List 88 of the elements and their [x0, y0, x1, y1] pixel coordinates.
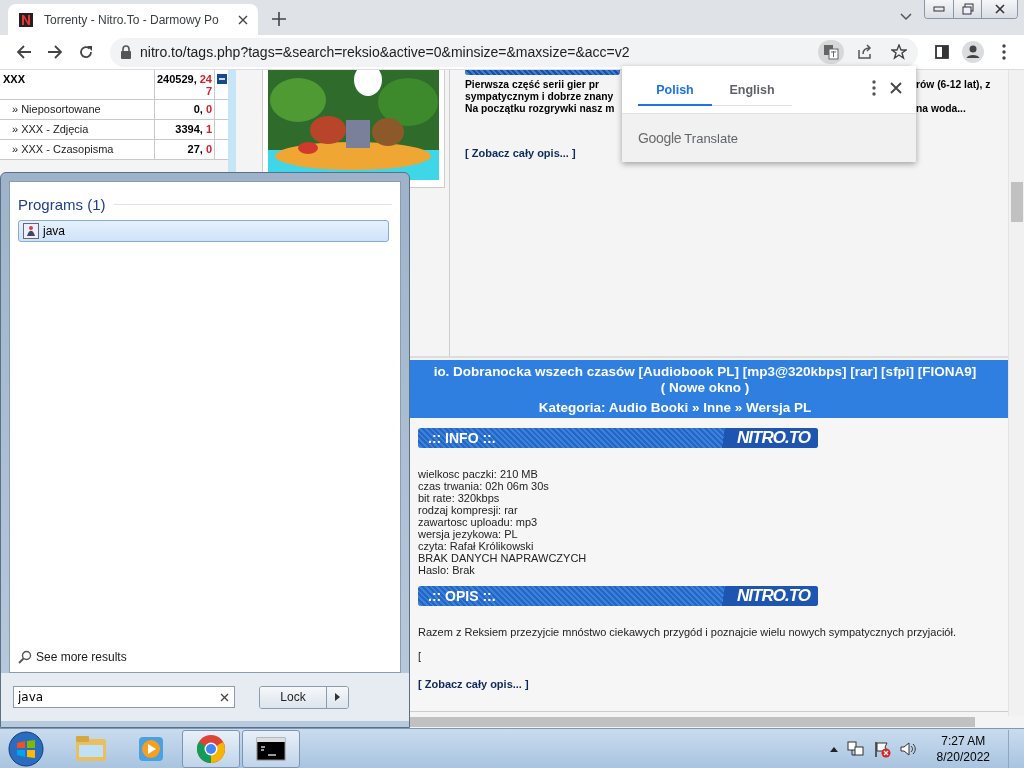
url-text: nitro.to/tags.php?tags=&search=reksio&active=0&minsize=&maxsize=&acc=v2 — [140, 44, 631, 60]
vertical-scrollbar[interactable] — [1008, 70, 1024, 716]
horizontal-scrollbar-thumb[interactable] — [410, 717, 975, 727]
action-center-flag-icon[interactable] — [872, 739, 891, 758]
info-line: czyta: Rafał Królikowski — [418, 540, 535, 552]
windows-logo-icon — [8, 730, 44, 767]
site-favicon-icon — [18, 11, 34, 28]
back-icon — [15, 44, 32, 60]
clear-search-icon[interactable] — [220, 693, 229, 702]
category-count: 27, 0 — [155, 140, 215, 159]
new-window-link[interactable]: ( Nowe okno ) — [660, 380, 750, 395]
profile-icon — [961, 41, 984, 63]
category-count: 0, 0 — [155, 100, 215, 119]
banner-label: .:: OPIS ::. — [428, 588, 496, 604]
lock-icon — [120, 45, 132, 59]
info-line: bit rate: 320kbps — [418, 492, 501, 504]
description-text: Pierwsza część serii gier pr — [465, 79, 600, 91]
minimize-button[interactable] — [925, 0, 953, 18]
clock-time: 7:27 AM — [941, 732, 986, 749]
maximize-button[interactable] — [953, 0, 981, 18]
network-icon[interactable] — [846, 739, 865, 758]
power-options-button[interactable] — [326, 686, 348, 708]
search-field[interactable]: java — [13, 686, 235, 708]
category-path: Kategoria: Audio Booki » Inne » Wersja PL — [537, 400, 813, 416]
translate-label: Translate — [684, 130, 739, 146]
volume-icon[interactable] — [898, 739, 917, 758]
close-icon — [994, 4, 1005, 14]
terminal-icon — [256, 736, 286, 761]
language-tab[interactable]: English — [712, 76, 792, 106]
category-link[interactable]: » Nieposortowane — [0, 100, 155, 119]
folder-icon — [75, 734, 107, 763]
share-icon — [857, 44, 873, 60]
close-tab-icon[interactable] — [238, 14, 248, 25]
chrome-icon — [196, 733, 226, 764]
more-link[interactable]: [ Zobacz cały opis... ] — [418, 678, 529, 690]
more-link[interactable]: [ Zobacz cały opis... ] — [465, 147, 576, 159]
clock-date: 8/20/2022 — [936, 748, 990, 765]
tab-title: Torrenty - Nitro.To - Darmowy Po — [44, 12, 220, 27]
info-line: wielkosc paczki: 210 MB — [418, 468, 539, 480]
torrent-title: io. Dobranocka wszech czasów [Audiobook PL] [mp3@320kbps] [rar] [sfpi] [FIONA9] ( Nowe okno ) — [432, 364, 978, 396]
see-more-results-link[interactable]: See more results — [18, 650, 392, 664]
address-bar[interactable]: nitro.to/tags.php?tags=&search=reksio&active=0&minsize=&maxsize=&acc=v2 — [110, 37, 918, 67]
profile-button[interactable] — [959, 38, 987, 66]
description-text: Razem z Reksiem przezyjcie mnóstwo ciekawych przygód i poznajcie wielu nowych sympatycznych przyjaciół. — [418, 626, 957, 638]
info-line: wersja jezykowa: PL — [418, 528, 519, 540]
info-line: BRAK DANYCH NAPRAWCZYCH — [418, 552, 588, 564]
description-text: rów (6-12 lat), z — [916, 79, 992, 91]
info-line: zawartosc uploadu: mp3 — [418, 516, 539, 528]
scrollbar-thumb[interactable] — [1011, 182, 1023, 222]
clock[interactable]: 7:27 AM 8/20/2022 — [936, 732, 990, 765]
category-count: 240529, 247 — [155, 70, 215, 99]
arrow-right-icon — [335, 693, 340, 701]
category-count: 3394, 1 — [155, 120, 215, 139]
media-player-icon — [137, 734, 165, 763]
google-wordmark: Google — [638, 130, 682, 146]
reload-icon — [78, 44, 95, 60]
results-section-title: Programs (1) — [18, 196, 106, 213]
side-panel-icon — [933, 44, 950, 60]
tab-search-caret-icon[interactable] — [900, 13, 912, 21]
description-text: [ — [418, 650, 423, 662]
banner-label: .:: INFO ::. — [428, 430, 496, 446]
info-line: Haslo: Brak — [418, 564, 476, 576]
browser-tab[interactable]: Torrenty - Nitro.To - Darmowy Po — [8, 4, 258, 35]
translate-button[interactable] — [818, 40, 844, 64]
search-icon — [18, 650, 32, 664]
lock-button[interactable]: Lock — [260, 686, 326, 708]
translate-icon — [823, 44, 839, 60]
more-options-icon[interactable] — [872, 80, 876, 96]
category-header[interactable]: XXX — [0, 70, 155, 99]
info-line: czas trwania: 02h 06m 30s — [418, 480, 550, 492]
new-tab-icon[interactable] — [272, 12, 286, 26]
menu-icon — [1002, 44, 1007, 60]
description-text: Na początku rozgrywki nasz m — [465, 103, 616, 115]
minimize-icon — [933, 6, 945, 12]
close-icon[interactable] — [890, 82, 902, 94]
close-window-button[interactable] — [981, 0, 1017, 18]
language-tab[interactable]: Polish — [638, 76, 712, 106]
description-text: na woda... — [916, 103, 967, 115]
info-line: rodzaj kompresji: rar — [418, 504, 519, 516]
star-icon — [891, 44, 907, 60]
forward-icon — [47, 44, 63, 60]
category-link[interactable]: » XXX - Zdjęcia — [0, 120, 155, 139]
collapse-icon[interactable] — [216, 74, 227, 84]
description-text: sympatycznym i dobrze znany — [465, 91, 615, 103]
search-result[interactable]: java — [18, 220, 389, 242]
taskbar-app-button[interactable] — [242, 729, 300, 768]
restore-icon — [961, 3, 974, 15]
category-link[interactable]: » XXX - Czasopisma — [0, 140, 155, 159]
